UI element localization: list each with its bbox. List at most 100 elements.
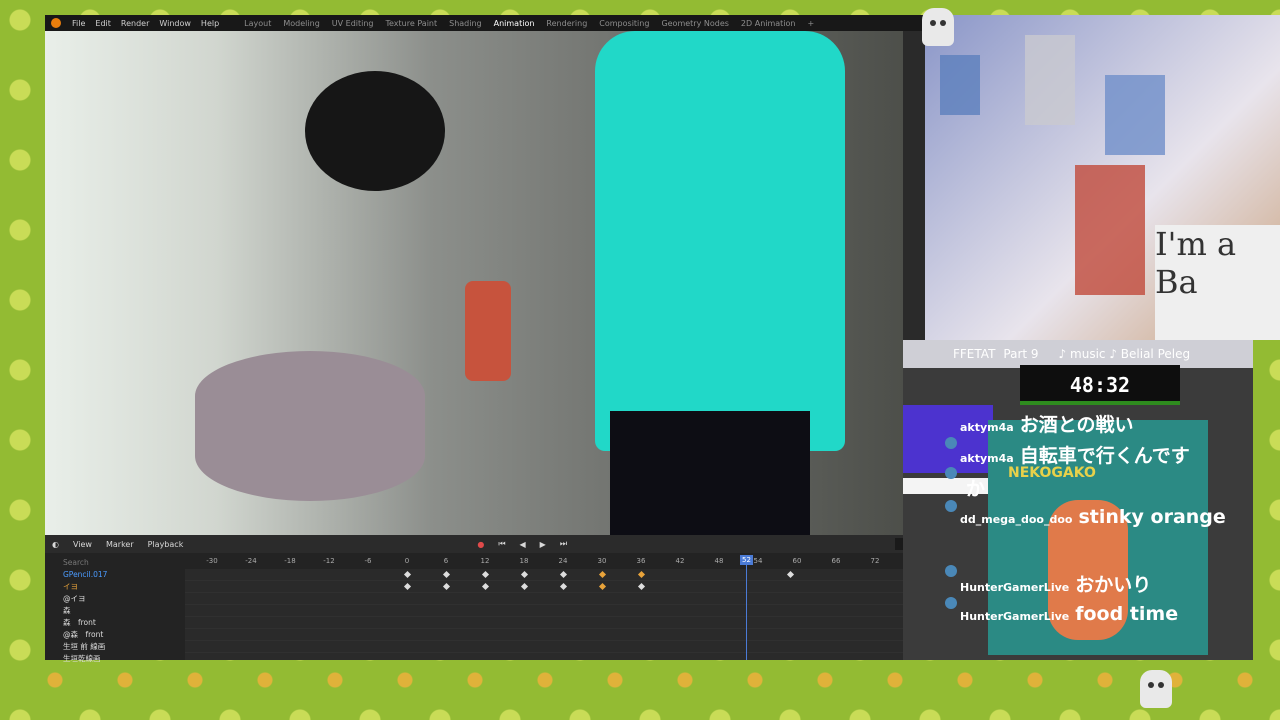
menu-window[interactable]: Window <box>154 19 196 28</box>
ruler-tick: 42 <box>675 557 685 565</box>
webcam-kitchen-video <box>45 31 903 550</box>
menu-help[interactable]: Help <box>196 19 224 28</box>
overlay-label: FFETAT <box>953 347 996 361</box>
tab-2d-animation[interactable]: 2D Animation <box>735 19 802 28</box>
chat-message: HunterGamerLive おかいり <box>960 570 1151 597</box>
timeline-menu-marker[interactable]: Marker <box>99 540 141 549</box>
chat-message: HunterGamerLive food time <box>960 603 1178 625</box>
blender-topbar: File Edit Render Window Help Layout Mode… <box>45 15 925 31</box>
channel-search-input[interactable]: Search <box>45 557 185 569</box>
blender-logo-icon[interactable] <box>51 18 61 28</box>
ruler-tick: 48 <box>714 557 724 565</box>
tab-geometry-nodes[interactable]: Geometry Nodes <box>655 19 734 28</box>
person-pants <box>610 411 810 550</box>
chat-username: HunterGamerLive <box>960 610 1070 623</box>
record-icon[interactable]: ● <box>470 540 491 549</box>
chat-username: dd_mega_doo_doo <box>960 513 1073 526</box>
person-shirt <box>595 31 845 451</box>
timer-progress-bar <box>1020 401 1180 405</box>
timeline-menu-view[interactable]: View <box>66 540 99 549</box>
add-workspace-button[interactable]: + <box>802 19 821 28</box>
stream-timer: 48:32 <box>1020 365 1180 405</box>
mascot-bottom-icon <box>1140 670 1172 708</box>
ruler-tick: 0 <box>404 557 410 565</box>
chat-text: stinky orange <box>1078 506 1226 528</box>
tab-shading[interactable]: Shading <box>443 19 488 28</box>
drink-can <box>465 281 511 381</box>
chat-username: aktym4a <box>960 421 1014 434</box>
ruler-tick: 36 <box>636 557 646 565</box>
menu-render[interactable]: Render <box>116 19 154 28</box>
chat-text: おかいり <box>1075 574 1152 596</box>
channel-row[interactable]: @イヨ <box>45 593 185 605</box>
jump-start-icon[interactable]: ⏮ <box>491 539 512 549</box>
tab-layout[interactable]: Layout <box>238 19 277 28</box>
tab-rendering[interactable]: Rendering <box>540 19 593 28</box>
tab-modeling[interactable]: Modeling <box>277 19 325 28</box>
mascot-top-icon <box>922 8 954 46</box>
ruler-tick: -18 <box>284 557 296 565</box>
tab-uv-editing[interactable]: UV Editing <box>326 19 380 28</box>
keyframe-area[interactable] <box>185 569 925 660</box>
chat-message: dd_mega_doo_doo stinky orange <box>960 506 1226 528</box>
chat-badge-icon <box>945 565 957 577</box>
ruler-tick: 54 <box>753 557 763 565</box>
channel-row[interactable]: 生垣 前 線画 <box>45 641 185 653</box>
channel-row[interactable]: 森 <box>45 605 185 617</box>
editor-type-icon[interactable]: ◐ <box>45 540 66 549</box>
channel-row[interactable]: イヨ <box>45 581 185 593</box>
jump-end-icon[interactable]: ⏭ <box>553 539 574 549</box>
channel-row[interactable]: @森 front <box>45 629 185 641</box>
wall-poster <box>1025 35 1075 125</box>
paper-sign: I'm a Ba <box>1155 225 1280 340</box>
play-icon[interactable]: ▶ <box>533 540 553 549</box>
menu-edit[interactable]: Edit <box>90 19 116 28</box>
wall-poster <box>1075 165 1145 295</box>
ruler-tick: -6 <box>364 557 372 565</box>
channel-list: Search GPencil.017 イヨ @イヨ 森 森 front @森 f… <box>45 557 185 663</box>
ruler-tick: -12 <box>323 557 335 565</box>
frame-ruler[interactable]: -30 -24 -18 -12 -6 0 6 12 18 24 30 36 42… <box>185 557 925 567</box>
chat-message: aktym4a お酒との戦い <box>960 410 1134 437</box>
menu-file[interactable]: File <box>67 19 90 28</box>
chat-username: HunterGamerLive <box>960 581 1070 594</box>
ruler-tick: -30 <box>206 557 218 565</box>
playhead-frame-label[interactable]: 52 <box>740 555 753 565</box>
channel-row[interactable]: GPencil.017 <box>45 569 185 581</box>
chat-badge-icon <box>945 597 957 609</box>
part-label: Part 9 <box>1003 347 1039 361</box>
timeline-header: ◐ View Marker Playback ● ⏮ ◀ ▶ ⏭ <box>45 535 925 553</box>
music-label: ♪ music ♪ Belial Peleg <box>1058 347 1191 361</box>
channel-row[interactable]: 森 front <box>45 617 185 629</box>
chat-username: aktym4a <box>960 452 1014 465</box>
ruler-tick: 72 <box>870 557 880 565</box>
chat-text: food time <box>1075 603 1179 625</box>
wall-poster <box>940 55 980 115</box>
room-camera-feed: I'm a Ba <box>925 15 1280 340</box>
ruler-tick: 66 <box>831 557 841 565</box>
chat-text: お酒との戦い <box>1019 414 1134 436</box>
ruler-tick: 18 <box>519 557 529 565</box>
chat-text: か <box>966 478 986 500</box>
play-reverse-icon[interactable]: ◀ <box>513 540 533 549</box>
ruler-tick: 6 <box>443 557 449 565</box>
ruler-tick: 24 <box>558 557 568 565</box>
tab-texture-paint[interactable]: Texture Paint <box>380 19 444 28</box>
blender-window: File Edit Render Window Help Layout Mode… <box>45 15 931 663</box>
tab-animation[interactable]: Animation <box>488 19 541 28</box>
tab-compositing[interactable]: Compositing <box>593 19 655 28</box>
ruler-tick: 30 <box>597 557 607 565</box>
chat-text: 自転車で行くんです <box>1019 445 1190 467</box>
ruler-tick: -24 <box>245 557 257 565</box>
chat-badge-icon <box>945 437 957 449</box>
chat-badge-icon <box>945 467 957 479</box>
channel-row[interactable]: 生垣乾線画 <box>45 653 185 665</box>
chat-message: か <box>960 474 985 501</box>
music-ticker: FFETAT Part 9 ♪ music ♪ Belial Peleg <box>903 340 1253 368</box>
cooking-pot <box>195 351 425 501</box>
chat-badge-icon <box>945 500 957 512</box>
wall-poster <box>1105 75 1165 155</box>
ruler-tick: 60 <box>792 557 802 565</box>
timeline-menu-playback[interactable]: Playback <box>141 540 191 549</box>
playhead-line[interactable] <box>746 557 747 660</box>
